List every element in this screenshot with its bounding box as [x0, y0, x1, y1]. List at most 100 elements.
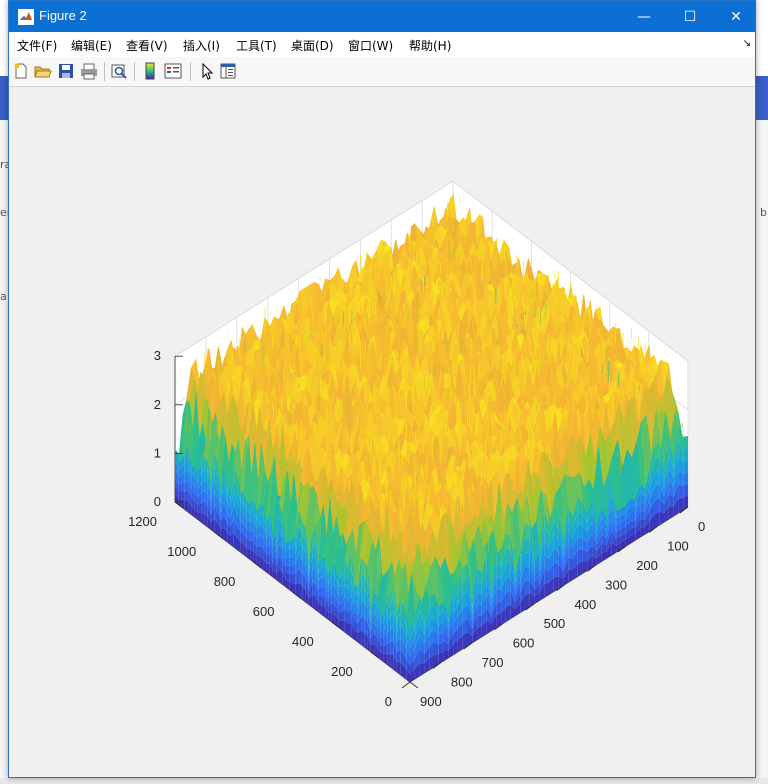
- maximize-icon: ☐: [683, 8, 697, 25]
- toolbar-separator: [190, 62, 191, 81]
- wall-patch-left: [289, 549, 293, 558]
- wall-patch-left: [387, 629, 391, 643]
- menu-tools[interactable]: 工具(T): [236, 37, 277, 54]
- wall-patch-left: [178, 490, 182, 499]
- wall-patch-right: [668, 506, 674, 520]
- wall-patch-right: [683, 459, 688, 474]
- wall-patch-right: [678, 484, 684, 499]
- wall-patch-right: [496, 589, 502, 603]
- wall-patch-right: [683, 448, 688, 462]
- wall-patch-right: [496, 576, 502, 591]
- wall-patch-left: [390, 640, 394, 656]
- wall-patch-left: [364, 632, 368, 650]
- wall-patch-right: [477, 592, 482, 605]
- wall-patch-left: [181, 482, 185, 492]
- wall-patch-left: [259, 524, 264, 538]
- background-app-bottom: [0, 778, 768, 784]
- matlab-logo-icon: [18, 9, 34, 25]
- menu-file[interactable]: 文件(F): [17, 37, 57, 54]
- title-bar[interactable]: Figure 2 — ☐ ✕: [9, 1, 755, 32]
- wall-patch-left: [184, 490, 189, 502]
- wall-patch-left: [318, 595, 322, 605]
- figure-canvas[interactable]: 0 200 400 600 800 1000 1200 0 100 200 300 400 500 600…: [9, 87, 755, 777]
- wall-patch-left: [181, 490, 185, 501]
- wall-patch-right: [640, 510, 645, 520]
- toolbar: [9, 57, 755, 87]
- wall-patch-right: [640, 519, 645, 529]
- dock-arrow-icon[interactable]: ↘: [743, 38, 751, 49]
- close-button[interactable]: ✕: [713, 1, 759, 32]
- close-icon: ✕: [730, 8, 742, 25]
- minimize-icon: —: [637, 8, 651, 25]
- wall-patch-right: [525, 552, 530, 567]
- wall-patch-left: [390, 654, 394, 670]
- wall-patch-right: [544, 569, 549, 584]
- wall-patch-right: [505, 548, 511, 564]
- wall-patch-left: [338, 594, 342, 604]
- wall-patch-right: [582, 560, 588, 574]
- wall-patch-left: [328, 612, 332, 622]
- wall-patch-left: [338, 586, 342, 596]
- wall-patch-left: [286, 557, 290, 566]
- print-preview-icon[interactable]: [110, 62, 128, 80]
- wall-patch-right: [558, 576, 564, 589]
- wall-patch-right: [525, 537, 530, 554]
- wall-patch-left: [289, 565, 293, 575]
- surface-plot[interactable]: 020040060080010001200 0100200300400500600…: [9, 87, 755, 777]
- wall-patch-right: [553, 563, 559, 578]
- colorbar-icon[interactable]: [141, 62, 159, 80]
- wall-patch-left: [259, 535, 264, 548]
- wall-patch-left: [321, 576, 326, 588]
- wall-patch-left: [380, 638, 384, 647]
- wall-patch-left: [338, 578, 342, 587]
- menu-desktop[interactable]: 桌面(D): [291, 37, 334, 54]
- wall-patch-right: [477, 604, 482, 617]
- print-icon[interactable]: [80, 62, 98, 80]
- wall-patch-right: [568, 569, 573, 583]
- wall-patch-left: [380, 630, 384, 639]
- wall-patch-right: [496, 601, 502, 615]
- wall-patch-right: [477, 615, 482, 628]
- wall-patch-right: [577, 549, 583, 564]
- wall-patch-left: [259, 514, 264, 527]
- menu-insert[interactable]: 插入(I): [183, 37, 220, 54]
- maximize-button[interactable]: ☐: [667, 1, 713, 32]
- wall-patch-right: [640, 526, 645, 538]
- new-figure-icon[interactable]: [12, 62, 30, 80]
- wall-patch-right: [505, 563, 511, 578]
- wall-patch-right: [582, 549, 588, 562]
- pointer-icon[interactable]: [198, 62, 216, 80]
- menu-edit[interactable]: 编辑(E): [71, 37, 112, 54]
- wall-patch-left: [250, 540, 254, 552]
- background-text-fragment: a: [0, 290, 7, 303]
- menu-help[interactable]: 帮助(H): [409, 37, 451, 54]
- surface-mesh: [174, 193, 689, 634]
- legend-icon[interactable]: [164, 62, 182, 80]
- figure-window: Figure 2 — ☐ ✕ 文件(F) 编辑(E) 查看(V) 插入(I) 工…: [8, 0, 756, 778]
- open-icon[interactable]: [34, 62, 52, 80]
- toolbar-separator: [104, 62, 105, 81]
- wall-patch-right: [577, 536, 583, 550]
- toolbar-separator: [134, 62, 135, 81]
- wall-patch-right: [525, 580, 530, 596]
- wall-patch-right: [505, 534, 511, 550]
- background-text-fragment: b: [760, 206, 767, 219]
- wall-patch-left: [181, 473, 185, 483]
- wall-patch-right: [683, 436, 688, 450]
- menu-view[interactable]: 查看(V): [126, 37, 168, 54]
- minimize-button[interactable]: —: [621, 1, 667, 32]
- window-title: Figure 2: [39, 8, 87, 23]
- wall-patch-left: [250, 530, 254, 541]
- wall-patch-left: [380, 622, 384, 631]
- wall-patch-left: [387, 642, 391, 655]
- wall-patch-left: [256, 545, 260, 557]
- wall-patch-left: [259, 503, 264, 516]
- wall-patch-left: [321, 557, 326, 569]
- wall-patch-right: [568, 557, 573, 570]
- wall-patch-left: [292, 573, 296, 584]
- property-inspector-icon[interactable]: [219, 62, 237, 80]
- wall-patch-left: [312, 582, 316, 596]
- menu-window[interactable]: 窗口(W): [348, 37, 393, 54]
- save-icon[interactable]: [57, 62, 75, 80]
- wall-patch-left: [286, 565, 290, 574]
